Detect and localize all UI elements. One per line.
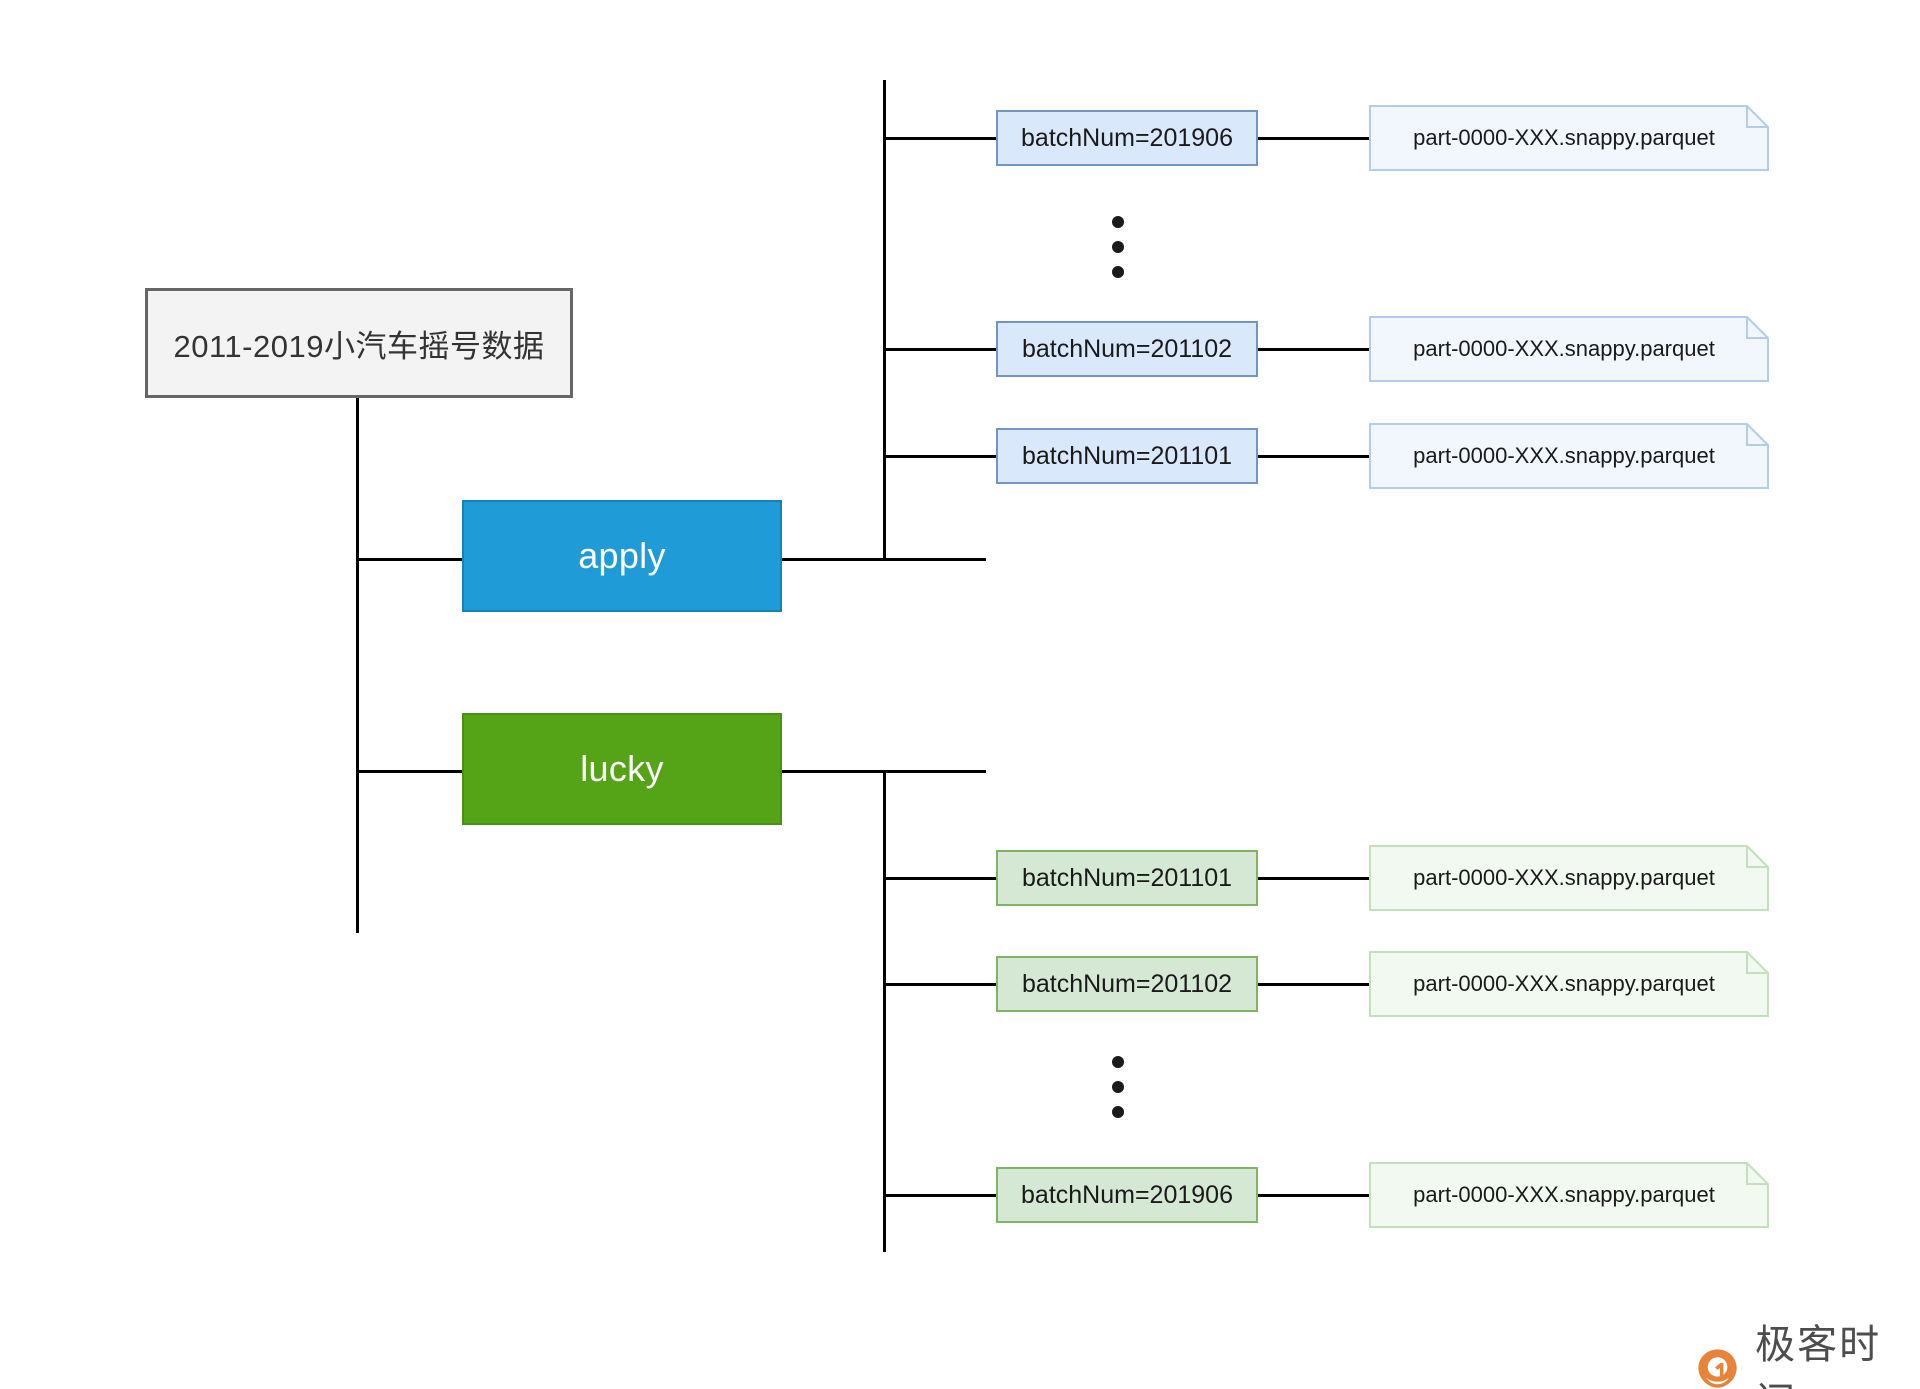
partition-label-lucky-2: batchNum=201906 <box>1021 1180 1233 1209</box>
lucky-branch-trunk <box>883 770 886 1252</box>
ellipsis-apply <box>1112 216 1124 278</box>
ellipsis-dot <box>1112 216 1124 228</box>
ellipsis-dot <box>1112 1106 1124 1118</box>
parquet-note-apply-1[interactable]: part-0000-XXX.snappy.parquet <box>1369 316 1769 382</box>
parquet-note-lucky-2[interactable]: part-0000-XXX.snappy.parquet <box>1369 1162 1769 1228</box>
partition-label-apply-2: batchNum=201101 <box>1021 441 1233 470</box>
partition-box-lucky-2[interactable]: batchNum=201906 <box>996 1167 1258 1223</box>
apply-branch-line-0 <box>883 137 996 140</box>
parquet-note-lucky-0[interactable]: part-0000-XXX.snappy.parquet <box>1369 845 1769 911</box>
diagram-canvas: 2011-2019小汽车摇号数据 apply lucky batchNum=20… <box>0 0 1920 1389</box>
partition-box-apply-1[interactable]: batchNum=201102 <box>996 321 1258 377</box>
parquet-note-apply-2[interactable]: part-0000-XXX.snappy.parquet <box>1369 423 1769 489</box>
partition-box-lucky-0[interactable]: batchNum=201101 <box>996 850 1258 906</box>
apply-branch-trunk <box>883 80 886 561</box>
parquet-note-lucky-1[interactable]: part-0000-XXX.snappy.parquet <box>1369 951 1769 1017</box>
parquet-file-label-apply-0: part-0000-XXX.snappy.parquet <box>1413 125 1715 150</box>
apply-file-line-2 <box>1258 455 1369 458</box>
watermark: 极客时间 <box>1694 1312 1920 1389</box>
parquet-note-apply-0[interactable]: part-0000-XXX.snappy.parquet <box>1369 105 1769 171</box>
category-label-lucky: lucky <box>580 748 664 789</box>
lucky-branch-line-1 <box>883 983 996 986</box>
apply-branch-line-2 <box>883 455 996 458</box>
category-node-lucky[interactable]: lucky <box>462 713 782 825</box>
root-node-label: 2011-2019小汽车摇号数据 <box>173 328 545 364</box>
apply-file-line-0 <box>1258 137 1369 140</box>
category-label-apply: apply <box>578 535 666 576</box>
ellipsis-dot <box>1112 1056 1124 1068</box>
parquet-file-label-apply-1: part-0000-XXX.snappy.parquet <box>1413 336 1715 361</box>
ellipsis-dot <box>1112 266 1124 278</box>
partition-label-apply-0: batchNum=201906 <box>1021 123 1233 152</box>
ellipsis-dot <box>1112 1081 1124 1093</box>
category-node-apply[interactable]: apply <box>462 500 782 612</box>
partition-box-lucky-1[interactable]: batchNum=201102 <box>996 956 1258 1012</box>
root-node[interactable]: 2011-2019小汽车摇号数据 <box>145 288 573 398</box>
parquet-file-label-lucky-0: part-0000-XXX.snappy.parquet <box>1413 865 1715 890</box>
partition-label-lucky-1: batchNum=201102 <box>1021 969 1233 998</box>
partition-label-lucky-0: batchNum=201101 <box>1021 863 1233 892</box>
lucky-branch-line-0 <box>883 877 996 880</box>
lucky-branch-line-2 <box>883 1194 996 1197</box>
root-to-lucky-line <box>356 770 462 773</box>
root-trunk-line <box>356 397 359 933</box>
apply-branch-line-1 <box>883 348 996 351</box>
partition-box-apply-2[interactable]: batchNum=201101 <box>996 428 1258 484</box>
parquet-file-label-lucky-2: part-0000-XXX.snappy.parquet <box>1413 1182 1715 1207</box>
geekbang-logo-icon <box>1698 1349 1737 1388</box>
ellipsis-dot <box>1112 241 1124 253</box>
partition-box-apply-0[interactable]: batchNum=201906 <box>996 110 1258 166</box>
parquet-file-label-apply-2: part-0000-XXX.snappy.parquet <box>1413 443 1715 468</box>
partition-label-apply-1: batchNum=201102 <box>1021 334 1233 363</box>
apply-file-line-1 <box>1258 348 1369 351</box>
parquet-file-label-lucky-1: part-0000-XXX.snappy.parquet <box>1413 971 1715 996</box>
ellipsis-lucky <box>1112 1056 1124 1118</box>
lucky-file-line-0 <box>1258 877 1369 880</box>
lucky-file-line-2 <box>1258 1194 1369 1197</box>
lucky-file-line-1 <box>1258 983 1369 986</box>
watermark-text: 极客时间 <box>1755 1322 1882 1389</box>
root-to-apply-line <box>356 558 462 561</box>
